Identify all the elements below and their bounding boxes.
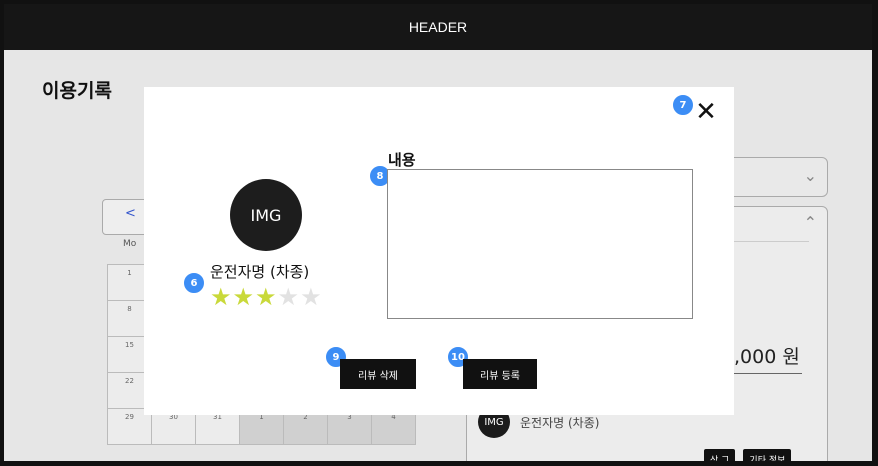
- rating-stars[interactable]: ★ ★ ★ ★ ★: [210, 285, 322, 309]
- star-icon[interactable]: ★: [210, 285, 232, 309]
- delete-review-button[interactable]: 리뷰 삭제: [340, 359, 416, 389]
- star-icon[interactable]: ★: [278, 285, 300, 309]
- review-content-input[interactable]: [387, 169, 693, 319]
- content-label: 내용: [388, 151, 416, 169]
- annotation-badge-6: 6: [182, 271, 206, 295]
- filter-select[interactable]: ⌄: [722, 157, 828, 197]
- page-title: 이용기록: [42, 80, 112, 102]
- driver-label: 운전자명 (차종): [210, 263, 310, 281]
- background-button-1[interactable]: 상 그: [704, 449, 736, 461]
- header-title: HEADER: [408, 19, 468, 35]
- background-button-2[interactable]: 기타 정보: [743, 449, 792, 461]
- review-modal: ✕ 7 IMG 6 운전자명 (차종) ★ ★ ★ ★ ★ 내용 8 9 리뷰 삭제 1…: [144, 87, 734, 415]
- background-buttons: 상 그 기타 정보: [704, 449, 792, 461]
- app-frame: HEADER 이용기록 ⌄ ⌃ ,000 원 IMG 운전자명 (차종) 상 그…: [4, 4, 872, 461]
- chevron-up-icon[interactable]: ⌃: [804, 213, 817, 232]
- background-driver-label: 운전자명 (차종): [520, 415, 600, 430]
- star-icon[interactable]: ★: [300, 285, 322, 309]
- annotation-badge-7: 7: [671, 93, 695, 117]
- star-icon[interactable]: ★: [255, 285, 277, 309]
- close-icon[interactable]: ✕: [692, 99, 720, 127]
- weekday-label: Mo: [123, 239, 137, 249]
- register-review-button[interactable]: 리뷰 등록: [463, 359, 537, 389]
- price-value: ,000 원: [730, 342, 802, 374]
- driver-avatar: IMG: [230, 179, 302, 251]
- star-icon[interactable]: ★: [233, 285, 255, 309]
- header: HEADER: [4, 4, 872, 50]
- chevron-down-icon: ⌄: [803, 166, 817, 185]
